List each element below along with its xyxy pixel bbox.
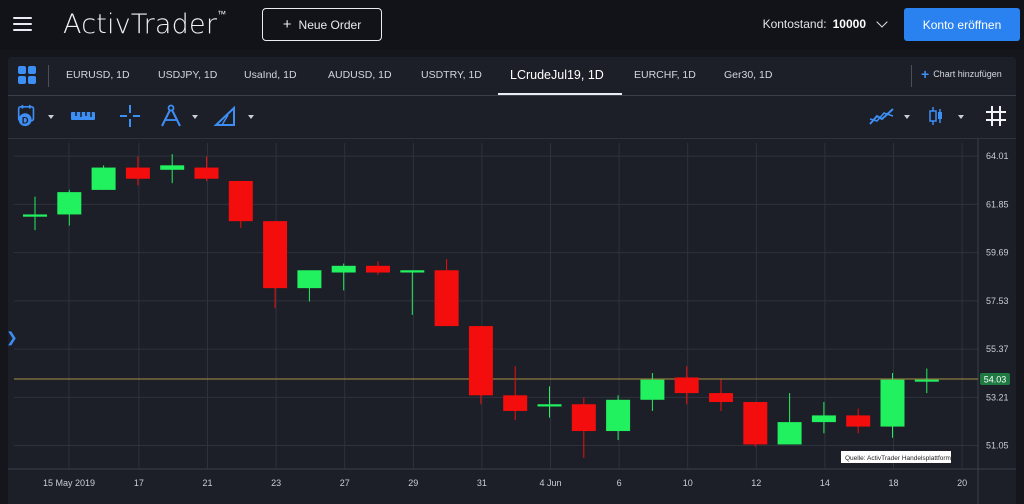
drawing-toolbar: D (8, 96, 1016, 139)
candle-body (297, 270, 322, 289)
y-tick-label: 64.01 (986, 151, 1009, 161)
x-tick-label: 10 (683, 478, 693, 488)
x-tick-label: 14 (820, 478, 830, 488)
divider (911, 65, 912, 87)
calendar-caret-icon[interactable] (48, 115, 54, 119)
calendar-letter: D (22, 115, 29, 125)
tab-eurchf[interactable]: EURCHF, 1D (634, 69, 696, 81)
candle-body (571, 404, 596, 432)
x-tick-label: 6 (617, 478, 622, 488)
x-tick-label: 27 (340, 478, 350, 488)
y-tick-label: 57.53 (986, 296, 1009, 306)
price-chart[interactable]: 64.01 61.85 59.69 57.53 55.37 53.21 51.05 15 Ma… (8, 139, 1016, 504)
plus-icon: + (282, 16, 292, 33)
candle-body (640, 379, 665, 400)
y-tick-label: 55.37 (986, 344, 1009, 354)
calendar-icon[interactable]: D (16, 104, 38, 128)
x-tick-label: 21 (202, 478, 212, 488)
candle-body (503, 395, 528, 411)
x-tick-label: 18 (888, 478, 898, 488)
compass-icon[interactable] (159, 104, 183, 128)
balance-value: 10000 (832, 17, 866, 31)
tab-usaind[interactable]: UsaInd, 1D (244, 69, 297, 81)
x-tick-label: 20 (957, 478, 967, 488)
source-label: Quelle: ActivTrader Handelsplattform (845, 455, 951, 462)
candle-body (811, 415, 836, 423)
candle-body (228, 180, 253, 222)
chart-tab-bar: EURUSD, 1D USDJPY, 1D UsaInd, 1D AUDUSD, 1D… (8, 57, 1016, 96)
triangle-icon[interactable] (213, 104, 237, 128)
chart-panel: EURUSD, 1D USDJPY, 1D UsaInd, 1D AUDUSD, 1D… (6, 57, 1016, 504)
candle-body (914, 379, 939, 382)
candle-body (777, 422, 802, 445)
compass-caret-icon[interactable] (192, 115, 198, 119)
layout-grid-icon[interactable] (18, 66, 36, 84)
tab-usdjpy[interactable]: USDJPY, 1D (158, 69, 217, 81)
tab-usdtry[interactable]: USDTRY, 1D (421, 69, 482, 81)
add-chart-button[interactable]: + Chart hinzufügen (921, 65, 1002, 82)
new-order-button[interactable]: + Neue Order (262, 8, 382, 41)
candle-body (434, 270, 459, 327)
candle-body (674, 377, 699, 394)
x-tick-label: 23 (271, 478, 281, 488)
candle-body (400, 270, 425, 273)
candle-body (366, 265, 390, 273)
grid-icon[interactable] (985, 104, 1007, 128)
divider (48, 65, 49, 87)
candle-body (846, 415, 871, 427)
y-tick-label: 61.85 (986, 199, 1009, 209)
candle-body (468, 326, 493, 396)
chevron-down-icon (876, 16, 888, 28)
candle-body (57, 192, 82, 215)
y-tick-label: 59.69 (986, 248, 1009, 258)
tab-audusd[interactable]: AUDUSD, 1D (328, 69, 392, 81)
indicators-caret-icon[interactable] (904, 115, 910, 119)
candle-body (194, 167, 219, 179)
x-tick-label: 29 (408, 478, 418, 488)
tab-ger30[interactable]: Ger30, 1D (724, 69, 772, 81)
top-bar: ActivTrader™ + Neue Order Kontostand: 10… (0, 0, 1024, 50)
candle-body (331, 265, 356, 273)
candle-body (880, 379, 905, 427)
chevron-right-icon[interactable]: ❯ (6, 329, 18, 346)
triangle-caret-icon[interactable] (248, 115, 254, 119)
tab-lcrudejul19[interactable]: LCrudeJul19, 1D (510, 68, 604, 82)
x-tick-label: 31 (477, 478, 487, 488)
open-account-button[interactable]: Konto eröffnen (904, 8, 1020, 41)
candle-body (160, 165, 185, 170)
indicators-icon[interactable] (868, 104, 896, 128)
candle-body (23, 214, 47, 217)
x-tick-label: 15 May 2019 (43, 478, 95, 488)
candle-body (709, 393, 733, 403)
candle-body (91, 167, 116, 190)
ruler-icon[interactable] (70, 104, 96, 128)
tab-eurusd[interactable]: EURUSD, 1D (66, 69, 130, 81)
active-tab-indicator (498, 93, 622, 95)
candles-icon[interactable] (928, 104, 944, 128)
candles-caret-icon[interactable] (958, 115, 964, 119)
candle-body (606, 399, 631, 432)
app-logo: ActivTrader™ (63, 9, 227, 40)
candle-body (263, 221, 288, 289)
menu-icon[interactable] (13, 17, 32, 31)
current-price-label: 54.03 (984, 375, 1007, 385)
candle-body (537, 404, 562, 407)
plus-icon: + (921, 65, 930, 82)
x-tick-label: 17 (134, 478, 144, 488)
y-tick-label: 51.05 (986, 441, 1009, 451)
y-tick-label: 53.21 (986, 392, 1009, 402)
candle-body (125, 167, 150, 179)
candle-body (743, 402, 768, 445)
crosshair-icon[interactable] (119, 104, 141, 128)
x-tick-label: 4 Jun (539, 478, 561, 488)
chart-background (8, 139, 1016, 504)
account-balance-dropdown[interactable]: Kontostand: 10000 (763, 16, 888, 31)
x-tick-label: 12 (751, 478, 761, 488)
